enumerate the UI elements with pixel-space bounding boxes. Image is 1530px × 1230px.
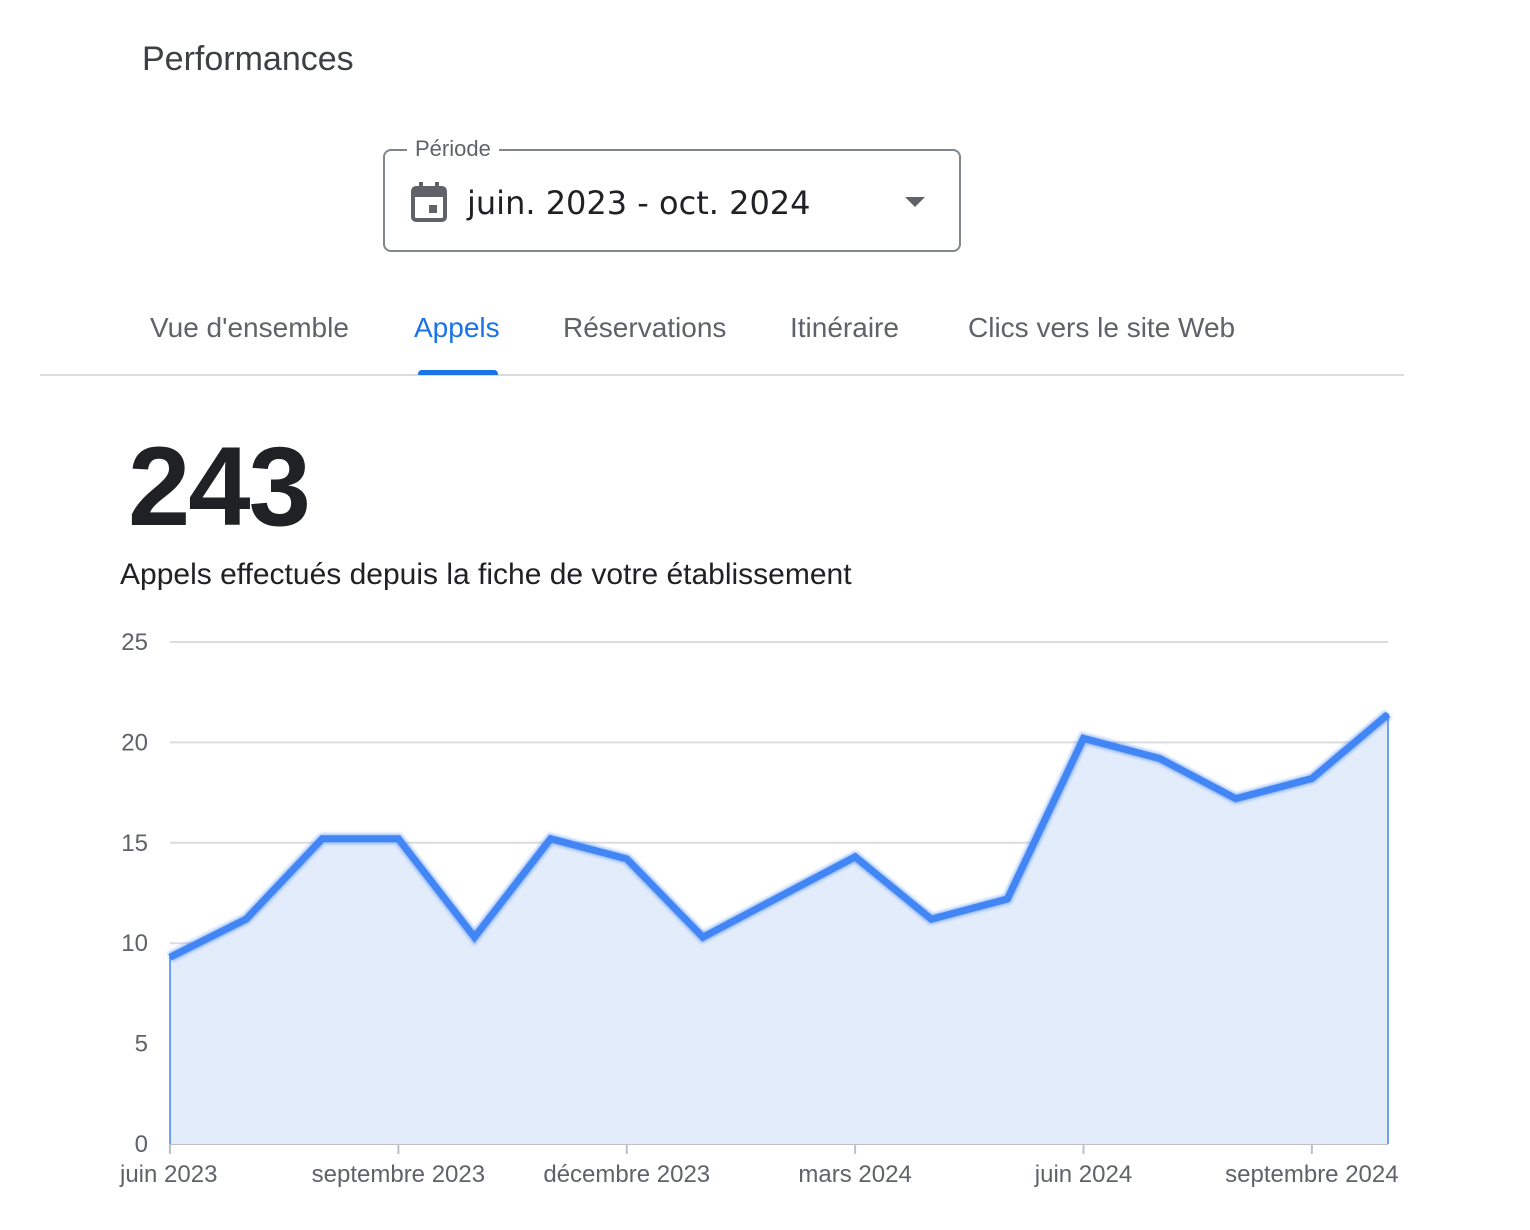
y-tick-label: 5: [135, 1031, 148, 1058]
y-tick-label: 15: [121, 830, 148, 857]
tab-directions[interactable]: Itinéraire: [790, 312, 899, 344]
x-tick-label: juin 2024: [1034, 1161, 1132, 1188]
calendar-icon: [411, 182, 447, 222]
tab-bar: Vue d'ensemble Appels Réservations Itiné…: [40, 300, 1404, 376]
tab-overview[interactable]: Vue d'ensemble: [150, 312, 349, 344]
x-tick-label: décembre 2023: [543, 1161, 710, 1188]
tab-website-clicks[interactable]: Clics vers le site Web: [968, 312, 1235, 344]
data-point: [397, 837, 400, 840]
data-point: [701, 936, 704, 939]
data-point: [321, 837, 324, 840]
data-point: [930, 918, 933, 921]
dropdown-arrow-icon[interactable]: [905, 197, 925, 207]
tab-reservations[interactable]: Réservations: [563, 312, 726, 344]
page-title: Performances: [142, 40, 354, 78]
data-point: [625, 857, 628, 860]
x-tick-label: mars 2024: [798, 1161, 911, 1188]
y-tick-label: 10: [121, 930, 148, 957]
period-value: juin. 2023 - oct. 2024: [467, 184, 811, 222]
x-tick-label: septembre 2024: [1225, 1161, 1398, 1188]
y-tick-label: 20: [121, 729, 148, 756]
data-point: [1006, 898, 1009, 901]
data-point: [1158, 757, 1161, 760]
data-point: [778, 896, 780, 899]
data-point: [549, 837, 552, 840]
data-point: [1082, 737, 1085, 740]
active-tab-indicator: [418, 370, 498, 375]
data-point: [1310, 777, 1313, 780]
data-point: [169, 956, 171, 959]
tab-calls[interactable]: Appels: [414, 312, 500, 344]
data-point: [473, 936, 476, 939]
calls-total: 243: [128, 424, 311, 549]
data-point: [1234, 797, 1237, 800]
chart-y-ticks: 0 5 10 15 20 25: [121, 629, 148, 1158]
data-point: [245, 918, 248, 921]
period-selector[interactable]: Période juin. 2023 - oct. 2024: [383, 135, 961, 252]
y-tick-label: 0: [135, 1131, 148, 1158]
x-tick-label: juin 2023: [119, 1161, 217, 1188]
x-tick-label: septembre 2023: [312, 1161, 485, 1188]
y-tick-label: 25: [121, 629, 148, 656]
calls-caption: Appels effectués depuis la fiche de votr…: [120, 558, 852, 591]
chart-x-ticks: juin 2023 septembre 2023 décembre 2023 mars…: [119, 1144, 1399, 1188]
data-point: [1387, 713, 1389, 716]
calls-chart: 0 5 10 15 20 25 juin 2023 septembre 2023 décemb…: [119, 629, 1399, 1188]
period-label: Période: [407, 135, 499, 163]
data-point: [854, 855, 857, 858]
